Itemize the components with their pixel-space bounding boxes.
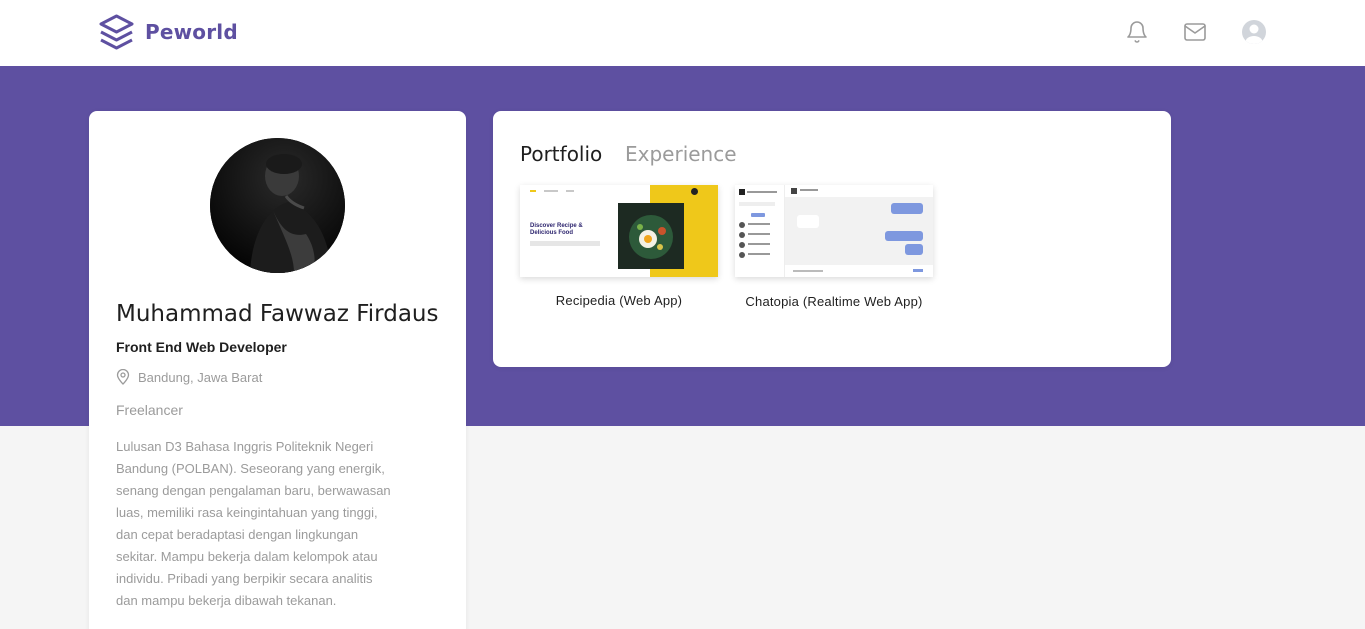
portfolio-item-recipedia[interactable]: Discover Recipe & Delicious Food Reciped… [520,185,718,308]
food-plate-image [618,203,684,269]
work-title[interactable]: Recipedia (Web App) [520,293,718,308]
user-avatar[interactable] [1242,20,1266,44]
thumb-chat-row [739,242,779,248]
portfolio-item-chatopia[interactable]: Chatopia (Realtime Web App) [735,185,933,309]
layers-logo-icon [99,14,134,50]
thumb-nav-item [530,190,536,192]
navbar: Peworld [0,0,1365,66]
thumb-chat-row [739,222,779,228]
food-image [618,203,684,269]
thumb-outgoing-bubble [905,244,923,255]
person-portrait-image [210,138,345,273]
portfolio-card: Portfolio Experience Discover Recipe & D… [493,111,1171,367]
bell-icon[interactable] [1125,20,1149,44]
thumb-avatar [691,188,698,195]
thumb-headline: Discover Recipe & Delicious Food [530,223,583,236]
tab-experience[interactable]: Experience [625,142,737,166]
thumb-tab-button [751,213,765,217]
profile-bio: Lulusan D3 Bahasa Inggris Politeknik Neg… [116,439,391,608]
brand-logo-link[interactable]: Peworld [98,14,238,50]
recipedia-thumbnail[interactable]: Discover Recipe & Delicious Food [520,185,718,277]
user-silhouette-icon [1245,24,1263,44]
profile-location: Bandung, Jawa Barat [116,369,262,385]
employment-status: Freelancer [116,402,183,418]
profile-photo [210,138,345,273]
thumb-chat-input [785,265,933,277]
work-title[interactable]: Chatopia (Realtime Web App) [735,294,933,309]
thumb-chat-sidebar [735,185,785,277]
mail-icon[interactable] [1183,20,1207,44]
thumb-text-line [800,189,818,191]
map-pin-icon [116,369,130,385]
thumb-search [739,202,775,206]
thumb-text-line [747,191,777,193]
thumb-incoming-bubble [797,215,819,228]
thumb-search-bar [530,241,600,246]
profile-name: Muhammad Fawwaz Firdaus [116,301,439,327]
thumb-text-line [793,270,823,272]
brand-name: Peworld [145,20,238,44]
thumb-logo [739,189,745,195]
chatopia-thumbnail[interactable] [735,185,933,277]
thumb-nav-item [566,190,574,192]
thumb-chat-header [785,185,933,197]
location-text: Bandung, Jawa Barat [138,369,263,385]
profile-card: Muhammad Fawwaz Firdaus Front End Web De… [89,111,466,629]
thumb-outgoing-bubble [885,231,923,241]
tab-portfolio[interactable]: Portfolio [520,142,602,166]
thumb-outgoing-bubble [891,203,923,214]
thumb-nav-item [544,190,558,192]
thumb-chat-area [785,197,933,265]
thumb-chat-row [739,232,779,238]
thumb-send-icons [913,269,923,272]
thumb-chat-row [739,252,779,258]
profile-role: Front End Web Developer [116,339,287,355]
thumb-contact-avatar [791,188,797,194]
